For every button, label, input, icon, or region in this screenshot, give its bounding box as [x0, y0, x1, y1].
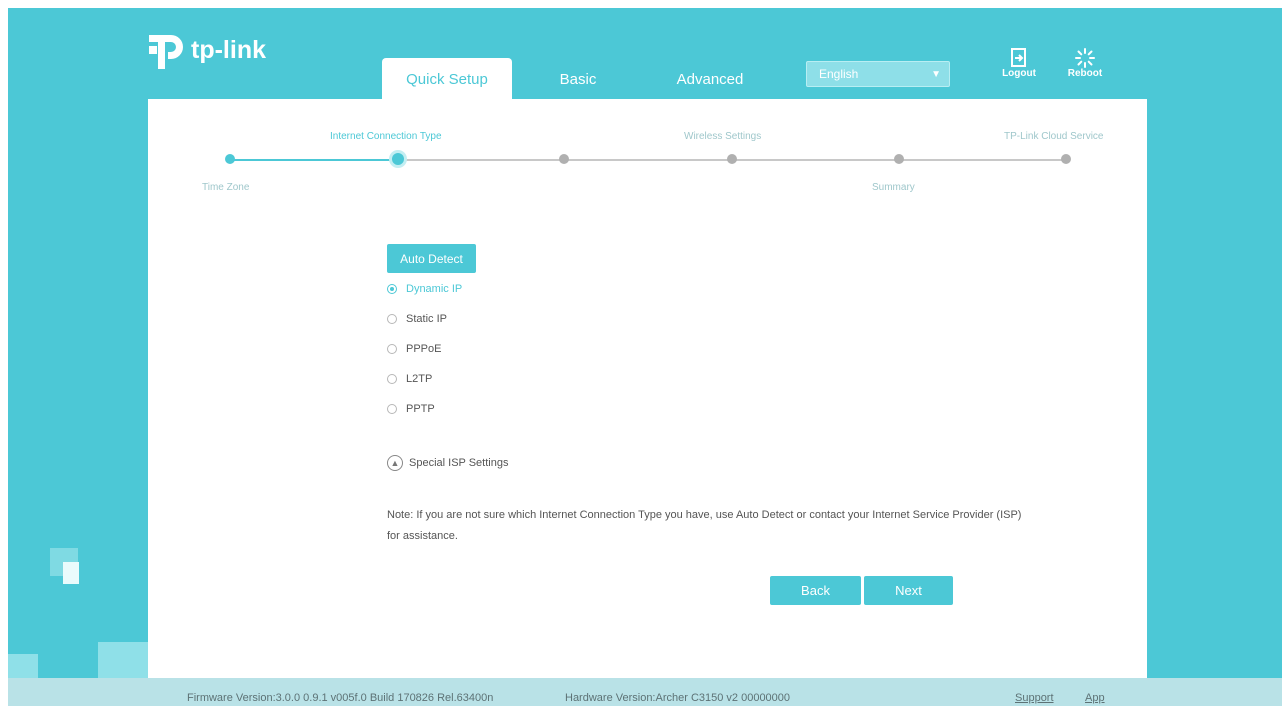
footer: Firmware Version:3.0.0 0.9.1 v005f.0 Bui…: [8, 678, 1282, 706]
next-label: Next: [895, 583, 922, 598]
radio-label: PPTP: [406, 403, 435, 415]
hardware-version: Hardware Version:Archer C3150 v2 0000000…: [565, 692, 791, 704]
reboot-button[interactable]: Reboot: [1063, 48, 1107, 79]
radio-pppoe[interactable]: PPPoE: [387, 343, 441, 355]
language-select[interactable]: English ▼: [806, 61, 950, 87]
tp-link-logo: tp-link: [147, 32, 266, 72]
reboot-label: Reboot: [1067, 68, 1103, 79]
radio-static-ip[interactable]: Static IP: [387, 313, 447, 325]
language-value: English: [819, 67, 859, 81]
step-track-completed: [230, 159, 398, 161]
step-label-internet-connection-type: Internet Connection Type: [330, 131, 442, 142]
radio-button[interactable]: [387, 314, 397, 324]
expand-icon[interactable]: ▲: [387, 455, 403, 471]
tab-label: Basic: [559, 70, 597, 88]
step-dot-cloud-service: [1061, 154, 1071, 164]
back-button[interactable]: Back: [770, 576, 861, 605]
radio-label: L2TP: [406, 373, 433, 385]
support-link[interactable]: Support: [1015, 692, 1054, 704]
radio-l2tp[interactable]: L2TP: [387, 373, 432, 385]
tab-advanced[interactable]: Advanced: [660, 58, 760, 100]
tab-basic[interactable]: Basic: [540, 58, 616, 100]
reboot-icon: [1075, 48, 1095, 68]
decor-shape: [63, 562, 79, 584]
step-label-wireless-settings: Wireless Settings: [684, 131, 762, 142]
tab-label: Advanced: [676, 70, 744, 88]
step-dot-wireless-settings: [727, 154, 737, 164]
brand-name: tp-link: [191, 35, 266, 64]
firmware-version: Firmware Version:3.0.0 0.9.1 v005f.0 Bui…: [187, 692, 494, 704]
back-label: Back: [801, 583, 830, 598]
auto-detect-label: Auto Detect: [400, 251, 463, 266]
radio-button[interactable]: [387, 404, 397, 414]
tab-label: Quick Setup: [406, 70, 488, 88]
note-line: Note: If you are not sure which Internet…: [387, 509, 1022, 521]
logout-label: Logout: [1002, 68, 1036, 79]
step-dot-time-zone: [225, 154, 235, 164]
chevron-down-icon: ▼: [931, 68, 941, 80]
radio-button[interactable]: [387, 284, 397, 294]
step-label-time-zone: Time Zone: [202, 182, 250, 193]
logout-icon: [1011, 48, 1026, 67]
setup-panel: [148, 99, 1147, 678]
radio-label: PPPoE: [406, 343, 442, 355]
step-label-cloud-service: TP-Link Cloud Service: [1004, 131, 1104, 142]
step-dot-internet-connection-type: [392, 153, 404, 165]
next-button[interactable]: Next: [864, 576, 953, 605]
radio-button[interactable]: [387, 344, 397, 354]
note-line: for assistance.: [387, 530, 458, 542]
special-isp-label: Special ISP Settings: [409, 457, 509, 469]
radio-label: Dynamic IP: [406, 283, 463, 295]
tab-quick-setup[interactable]: Quick Setup: [382, 58, 512, 100]
auto-detect-button[interactable]: Auto Detect: [387, 244, 476, 273]
step-dot-3: [559, 154, 569, 164]
app-link[interactable]: App: [1085, 692, 1105, 704]
radio-label: Static IP: [406, 313, 447, 325]
radio-button[interactable]: [387, 374, 397, 384]
step-label-summary: Summary: [872, 182, 915, 193]
tp-link-logo-icon: [147, 32, 187, 72]
radio-dynamic-ip[interactable]: Dynamic IP: [387, 283, 462, 295]
help-note: Note: If you are not sure which Internet…: [387, 505, 1087, 547]
logout-button[interactable]: Logout: [997, 48, 1041, 79]
special-isp-toggle[interactable]: ▲ Special ISP Settings: [387, 455, 508, 471]
radio-pptp[interactable]: PPTP: [387, 403, 435, 415]
step-dot-summary: [894, 154, 904, 164]
